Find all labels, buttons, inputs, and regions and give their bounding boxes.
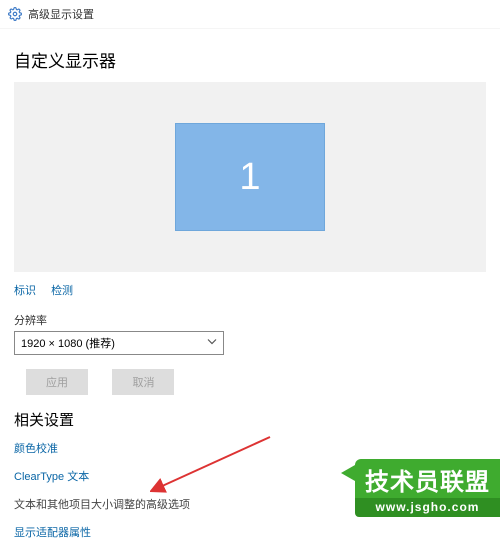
resolution-label: 分辨率 [14,312,486,328]
watermark-badge: 技术员联盟 www.jsgho.com [355,459,500,517]
link-display-adapter-props[interactable]: 显示适配器属性 [14,524,486,540]
identify-detect-row: 标识 检测 [14,282,486,298]
link-color-calibration[interactable]: 颜色校准 [14,440,486,456]
resolution-select[interactable]: 1920 × 1080 (推荐) [14,331,224,355]
gear-icon [8,7,22,21]
window-title: 高级显示设置 [28,6,94,22]
monitor-number: 1 [239,156,260,199]
identify-link[interactable]: 标识 [14,285,36,297]
apply-button[interactable]: 应用 [26,369,88,395]
titlebar: 高级显示设置 [0,0,500,29]
section-heading-customize: 自定义显示器 [14,47,486,72]
button-row: 应用 取消 [14,369,486,395]
cancel-button[interactable]: 取消 [112,369,174,395]
related-heading: 相关设置 [14,409,486,430]
monitor-1-tile[interactable]: 1 [175,123,325,231]
watermark-title: 技术员联盟 [355,459,500,498]
chevron-down-icon [207,337,217,350]
watermark-url: www.jsgho.com [355,498,500,517]
monitor-preview-panel: 1 [14,82,486,272]
detect-link[interactable]: 检测 [51,285,73,297]
resolution-selected-value: 1920 × 1080 (推荐) [21,335,115,351]
